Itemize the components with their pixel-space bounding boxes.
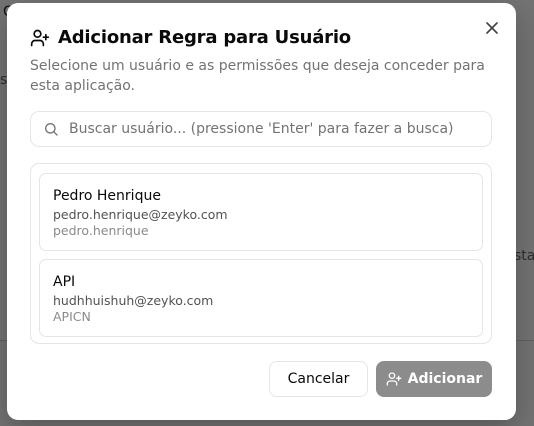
user-list-item[interactable]: API hudhhuishuh@zeyko.com APICN	[39, 259, 483, 337]
user-name: API	[53, 274, 76, 290]
user-plus-icon	[30, 29, 50, 46]
dialog-header: Adicionar Regra para Usuário	[30, 27, 351, 48]
user-email: pedro.henrique@zeyko.com	[53, 207, 228, 222]
user-name: Pedro Henrique	[53, 188, 161, 204]
user-search-input[interactable]	[69, 121, 491, 137]
user-email: hudhhuishuh@zeyko.com	[53, 293, 214, 308]
add-button[interactable]: Adicionar	[376, 361, 492, 397]
cancel-button[interactable]: Cancelar	[269, 361, 368, 397]
cancel-button-label: Cancelar	[287, 371, 350, 387]
user-results-list: Pedro Henrique pedro.henrique@zeyko.com …	[30, 163, 492, 344]
user-username: APICN	[53, 309, 91, 324]
dialog-title: Adicionar Regra para Usuário	[58, 27, 351, 48]
user-list-item[interactable]: Pedro Henrique pedro.henrique@zeyko.com …	[39, 173, 483, 251]
search-icon	[45, 123, 58, 136]
add-button-label: Adicionar	[407, 371, 483, 387]
add-user-rule-dialog: Adicionar Regra para Usuário Selecione u…	[7, 3, 516, 420]
close-icon	[486, 22, 498, 34]
close-button[interactable]	[483, 19, 501, 37]
dialog-description: Selecione um usuário e as permissões que…	[30, 58, 485, 94]
user-username: pedro.henrique	[53, 223, 149, 238]
user-plus-icon	[386, 372, 401, 386]
user-search-box[interactable]	[30, 111, 492, 147]
